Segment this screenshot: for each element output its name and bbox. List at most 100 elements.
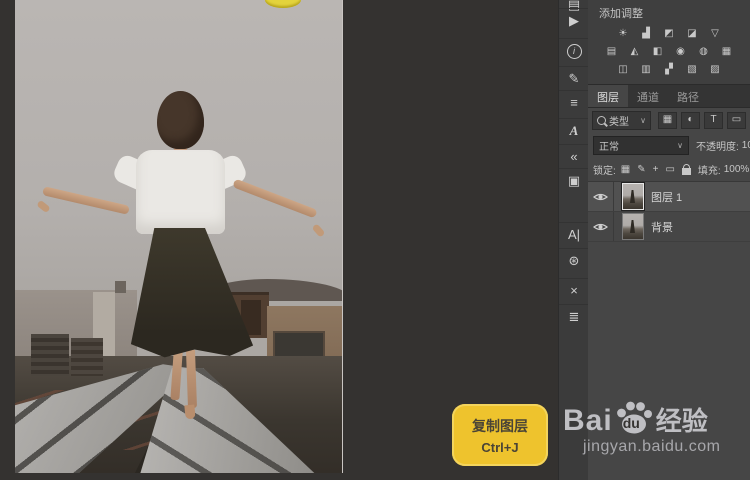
folder-glyph: ▣ xyxy=(567,173,581,188)
fill-value[interactable]: 100% xyxy=(724,164,750,175)
posterize-icon[interactable]: ▥ xyxy=(638,62,655,77)
measurement-icon[interactable]: × xyxy=(559,278,589,303)
tab-layers[interactable]: 图层 xyxy=(588,85,628,107)
photo-chimney xyxy=(115,281,126,293)
tooltip-title: 复制图层 xyxy=(472,417,528,434)
eye-icon xyxy=(593,193,608,200)
layer-name: 背景 xyxy=(651,221,673,234)
blend-mode-select[interactable]: 正常 ∨ xyxy=(593,135,689,155)
curves-icon[interactable]: ◩ xyxy=(661,26,678,41)
visibility-toggle[interactable] xyxy=(588,182,614,211)
watermark-bai: Bai xyxy=(563,404,613,437)
eye-icon xyxy=(593,223,608,230)
photo-filter-icon[interactable]: ◉ xyxy=(672,44,689,59)
tab-channels[interactable]: 通道 xyxy=(628,85,668,107)
photo-woman-arm xyxy=(42,186,130,215)
lock-all-icon[interactable] xyxy=(681,163,691,175)
lock-row: 锁定: ▦ ✎ + ▭ 填充: 100% xyxy=(588,157,750,181)
photo-woman-blouse xyxy=(136,150,225,234)
lock-transparency-icon[interactable]: ▦ xyxy=(621,164,630,175)
filter-type-layers-icon[interactable]: T xyxy=(704,112,723,129)
photo-woman-foot xyxy=(184,404,196,420)
watermark: Bai du 经验 jingyan.baidu.com xyxy=(563,398,750,456)
photo-canvas[interactable] xyxy=(15,0,343,473)
shortcut-tooltip: 复制图层 Ctrl+J xyxy=(452,404,548,466)
panel-tabbar: 图层 通道 路径 xyxy=(588,84,750,108)
vibrance-icon[interactable]: ▽ xyxy=(707,26,724,41)
selective-color-icon[interactable]: ▨ xyxy=(707,62,724,77)
layer-thumbnail[interactable] xyxy=(622,183,644,210)
hue-saturation-icon[interactable]: ▤ xyxy=(603,44,620,59)
lock-paint-icon[interactable]: ✎ xyxy=(637,164,645,175)
highlight-arc xyxy=(265,0,301,8)
watermark-du: du xyxy=(622,415,640,431)
black-white-icon[interactable]: ◧ xyxy=(649,44,666,59)
adjustments-row: ▤ ◭ ◧ ◉ ◍ ▦ xyxy=(588,44,750,59)
channel-mixer-icon[interactable]: ◍ xyxy=(695,44,712,59)
lock-move-icon[interactable]: + xyxy=(653,164,659,175)
tooltip-shortcut: Ctrl+J xyxy=(481,439,519,455)
photo-ac-unit xyxy=(31,334,69,376)
notes-icon[interactable]: ≣ xyxy=(559,304,589,329)
info-glyph: i xyxy=(566,44,582,60)
chevron-down-icon: ∨ xyxy=(640,116,646,125)
tool-presets-icon[interactable]: ⊛ xyxy=(559,248,589,273)
search-icon xyxy=(597,116,606,125)
watermark-url: jingyan.baidu.com xyxy=(583,438,721,455)
levels-icon[interactable]: ▟ xyxy=(638,26,655,41)
lock-artboard-icon[interactable]: ▭ xyxy=(665,164,674,175)
filter-icons: ▦ ◐ T ▭ xyxy=(658,112,746,129)
invert-icon[interactable]: ◫ xyxy=(615,62,632,77)
clone-source-icon[interactable]: « xyxy=(559,144,589,169)
layer-name: 图层 1 xyxy=(651,191,683,204)
color-lookup-icon[interactable]: ▦ xyxy=(718,44,735,59)
opacity-label: 不透明度: xyxy=(696,141,739,153)
character-icon[interactable]: A| xyxy=(559,222,589,247)
fill-label: 填充: xyxy=(697,165,721,177)
adjustments-row: ◫ ▥ ▞ ▧ ▨ xyxy=(588,62,750,77)
photo-woman-hand xyxy=(36,199,51,214)
styles-icon[interactable]: A xyxy=(559,118,589,143)
baidu-paw-icon: du xyxy=(614,398,654,436)
adjustments-title: 添加调整 xyxy=(599,8,643,20)
opacity-value[interactable]: 100% xyxy=(742,140,750,151)
brush-icon[interactable]: ✎ xyxy=(559,66,589,91)
filter-adjustment-layers-icon[interactable]: ◐ xyxy=(681,112,700,129)
layer-thumbnail[interactable] xyxy=(622,213,644,240)
filter-pixel-layers-icon[interactable]: ▦ xyxy=(658,112,677,129)
visibility-toggle[interactable] xyxy=(588,212,614,241)
clone-glyph: « xyxy=(570,149,578,164)
exposure-icon[interactable]: ◪ xyxy=(684,26,701,41)
brightness-contrast-icon[interactable]: ☀ xyxy=(615,26,632,41)
play-glyph: ▶ xyxy=(569,13,579,28)
notes-glyph: ≣ xyxy=(568,309,580,324)
gradient-map-icon[interactable]: ▧ xyxy=(684,62,701,77)
watermark-jingyan: 经验 xyxy=(655,406,708,436)
chevron-down-icon: ∨ xyxy=(677,140,683,150)
photo-ac-unit xyxy=(71,338,103,376)
flower-glyph: ⊛ xyxy=(568,253,580,268)
sliders-glyph: ≡ xyxy=(570,95,578,110)
layer-row-layer1[interactable]: 图层 1 xyxy=(588,182,750,212)
layer-comps-icon[interactable]: ▣ xyxy=(559,168,589,193)
layer-filter-row: 类型 ∨ ▦ ◐ T ▭ xyxy=(588,108,750,133)
adjustments-row: ☀ ▟ ◩ ◪ ▽ xyxy=(588,26,750,41)
layers-list: 图层 1 背景 xyxy=(588,181,750,242)
info-icon[interactable]: i xyxy=(559,38,589,63)
cross-glyph: × xyxy=(570,283,578,298)
color-balance-icon[interactable]: ◭ xyxy=(626,44,643,59)
photo-woman-arm xyxy=(232,178,318,219)
actions-icon[interactable]: ▶ xyxy=(559,8,589,33)
layer-row-background[interactable]: 背景 xyxy=(588,212,750,242)
brush-glyph: ✎ xyxy=(568,71,580,86)
brush-settings-icon[interactable]: ≡ xyxy=(559,90,589,115)
photo-woman-hand xyxy=(311,223,326,238)
filter-shape-layers-icon[interactable]: ▭ xyxy=(727,112,746,129)
lock-label: 锁定: xyxy=(593,165,616,177)
filter-type-select[interactable]: 类型 ∨ xyxy=(592,111,651,130)
filter-type-label: 类型 xyxy=(609,117,629,128)
tab-paths[interactable]: 路径 xyxy=(668,85,708,107)
blend-row: 正常 ∨ 不透明度: 100% xyxy=(588,133,750,157)
threshold-icon[interactable]: ▞ xyxy=(661,62,678,77)
lock-icons: ▦ ✎ + ▭ xyxy=(621,163,691,175)
